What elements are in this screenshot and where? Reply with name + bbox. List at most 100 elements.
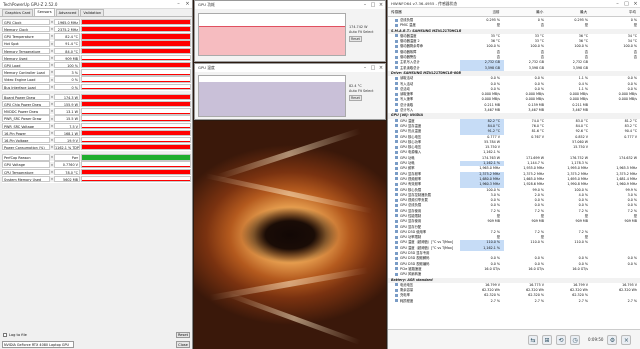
maximize-icon[interactable]: □ xyxy=(622,0,631,8)
settings-icon[interactable]: ⚙ xyxy=(607,334,618,345)
sensor-label[interactable]: Memory Controller Load xyxy=(2,69,50,76)
close-icon[interactable]: × xyxy=(621,334,632,345)
sensor-icon xyxy=(395,129,398,133)
sensor-icon xyxy=(395,177,398,181)
tab-advanced[interactable]: Advanced xyxy=(55,9,80,16)
sensor-graph-fill xyxy=(82,165,190,167)
close-icon[interactable]: × xyxy=(631,0,640,8)
sensor-label[interactable]: Memory Temperature xyxy=(2,47,50,55)
close-icon[interactable]: × xyxy=(183,0,192,9)
sensor-name-text: GPU 性能限制 xyxy=(400,213,422,218)
tab-sensors[interactable]: Sensors xyxy=(34,8,55,16)
maximize-icon[interactable]: □ xyxy=(369,64,377,72)
sensor-graph xyxy=(81,47,191,55)
power-graph-plot xyxy=(198,13,346,56)
sensor-icon xyxy=(395,23,398,27)
sensor-icon xyxy=(395,156,398,160)
sensor-graph xyxy=(81,115,191,122)
column-current[interactable]: 当前 xyxy=(460,10,504,15)
column-min[interactable]: 最小 xyxy=(504,10,548,15)
power-graph-window: GPU 功耗 – □ × 174.742 W Auto Fit Select R… xyxy=(194,0,386,62)
sensor-label[interactable]: CPU Temperature xyxy=(2,168,50,176)
minimize-icon[interactable]: – xyxy=(174,0,183,9)
temp-graph-side: 82.4 °C Auto Fit Select Reset xyxy=(349,84,373,101)
sensor-value: 0 % xyxy=(54,76,80,83)
sensor-graph-fill xyxy=(82,112,190,114)
minimize-icon[interactable]: – xyxy=(361,64,369,72)
close-icon[interactable]: × xyxy=(377,64,385,72)
wallpaper-streak xyxy=(227,292,361,345)
sensor-label[interactable]: MVDDC Power Draw xyxy=(2,108,50,115)
column-sensor[interactable]: 传感器 xyxy=(388,10,460,15)
sensor-graph-fill xyxy=(82,102,190,107)
sensor-label[interactable]: 16-Pin Power xyxy=(2,129,50,137)
sensor-icon xyxy=(395,145,398,149)
maximize-icon[interactable]: □ xyxy=(369,1,377,9)
sensor-label[interactable]: GPU Chip Power Draw xyxy=(2,100,50,108)
sensor-label[interactable]: Power Consumption (%) xyxy=(2,144,50,151)
log-to-file[interactable]: Log to file xyxy=(3,333,27,337)
sensor-name-text: GPU 显存使用 xyxy=(400,219,422,224)
hwinfo-window: HWiNFO64 v7.36-4955 - 传感器状态 – □ × 传感器 当前… xyxy=(387,0,640,349)
sensor-icon xyxy=(395,235,398,239)
sensor-label[interactable]: GPU Clock xyxy=(2,18,50,26)
sensor-label[interactable]: PWR_SRC Power Draw xyxy=(2,115,50,122)
sensor-name-text: 总线负载 xyxy=(400,18,414,22)
wallpaper-streak xyxy=(205,173,373,214)
temp-graph-area xyxy=(199,82,345,116)
sensor-label[interactable]: Board Power Draw xyxy=(2,93,50,101)
elapsed-time: 0:09:50 xyxy=(588,337,604,342)
temp-graph-plot xyxy=(198,75,346,117)
sensor-label[interactable]: Hot Spot xyxy=(2,40,50,47)
temp-graph-reset-button[interactable]: Reset xyxy=(349,95,362,101)
sensor-name-text: GPU 有效频率 xyxy=(400,182,422,187)
sensor-name-text: 写入活动 xyxy=(400,81,414,86)
tab-graphics-card[interactable]: Graphics Card xyxy=(2,9,34,16)
sensor-graph xyxy=(81,168,191,176)
reset-button[interactable]: Reset xyxy=(176,332,190,338)
sensor-graph xyxy=(81,175,191,183)
clock-icon[interactable]: ◷ xyxy=(570,334,580,345)
sensor-value: Pwr xyxy=(54,154,80,161)
column-avg[interactable]: 平均 xyxy=(591,10,640,15)
sensor-value: 1162.1 % TDP xyxy=(54,144,80,151)
sensor-icon xyxy=(395,135,398,139)
sensor-icon xyxy=(395,214,398,218)
power-graph-reset-button[interactable]: Reset xyxy=(349,36,362,42)
sensor-label[interactable]: Memory Clock xyxy=(2,26,50,33)
sensor-value: 0 % xyxy=(54,83,80,90)
minimize-icon[interactable]: – xyxy=(613,0,622,8)
sensor-icon xyxy=(395,124,398,128)
sensor-name-text: GPU 核心负载 xyxy=(400,187,422,192)
reset-icon[interactable]: ⟲ xyxy=(556,334,566,345)
sensor-label[interactable]: PerfCap Reason xyxy=(2,154,50,161)
close-button[interactable]: Close xyxy=(176,341,190,348)
sensor-row[interactable]: 耗损程度 2.7 % 2.7 % 2.7 % 2.7 % xyxy=(388,299,640,304)
sensor-name-text: 驱动器温度 2 xyxy=(400,39,420,44)
sensor-name-text: GPU 显存分配 xyxy=(400,224,422,229)
sensor-label[interactable]: 16-Pin Voltage xyxy=(2,136,50,144)
network-icon[interactable]: ⊞ xyxy=(542,334,552,345)
sensor-label[interactable]: PWR_SRC Voltage xyxy=(2,122,50,129)
sensor-label[interactable]: Bus Interface Load xyxy=(2,83,50,90)
sensor-name-text: GPU 风扇转速 xyxy=(400,272,422,277)
sensor-label[interactable]: GPU Voltage xyxy=(2,161,50,168)
gpu-select[interactable]: NVIDIA GeForce RTX 4080 Laptop GPU xyxy=(2,341,74,348)
sensor-label[interactable]: GPU Temperature xyxy=(2,33,50,40)
sensor-graph xyxy=(81,144,191,151)
power-graph-side: 174.742 W Auto Fit Select Reset xyxy=(349,25,373,42)
arrows-icon[interactable]: ⇆ xyxy=(528,334,538,345)
sensor-label[interactable]: Video Engine Load xyxy=(2,76,50,83)
column-max[interactable]: 最大 xyxy=(547,10,591,15)
close-icon[interactable]: × xyxy=(377,1,385,9)
minimize-icon[interactable]: – xyxy=(361,1,369,9)
sensor-name-text: 主机写入总计 xyxy=(400,60,420,65)
sensor-name-text: 读取速率 xyxy=(400,92,414,97)
sensor-label[interactable]: System Memory Used xyxy=(2,175,50,183)
tab-validation[interactable]: Validation xyxy=(80,9,105,16)
sensor-label[interactable]: GPU Load xyxy=(2,62,50,69)
sensor-label[interactable]: Memory Used xyxy=(2,54,50,62)
sensor-graph-fill xyxy=(82,19,190,25)
sensor-graph-fill xyxy=(82,87,190,89)
log-checkbox[interactable] xyxy=(3,333,7,337)
